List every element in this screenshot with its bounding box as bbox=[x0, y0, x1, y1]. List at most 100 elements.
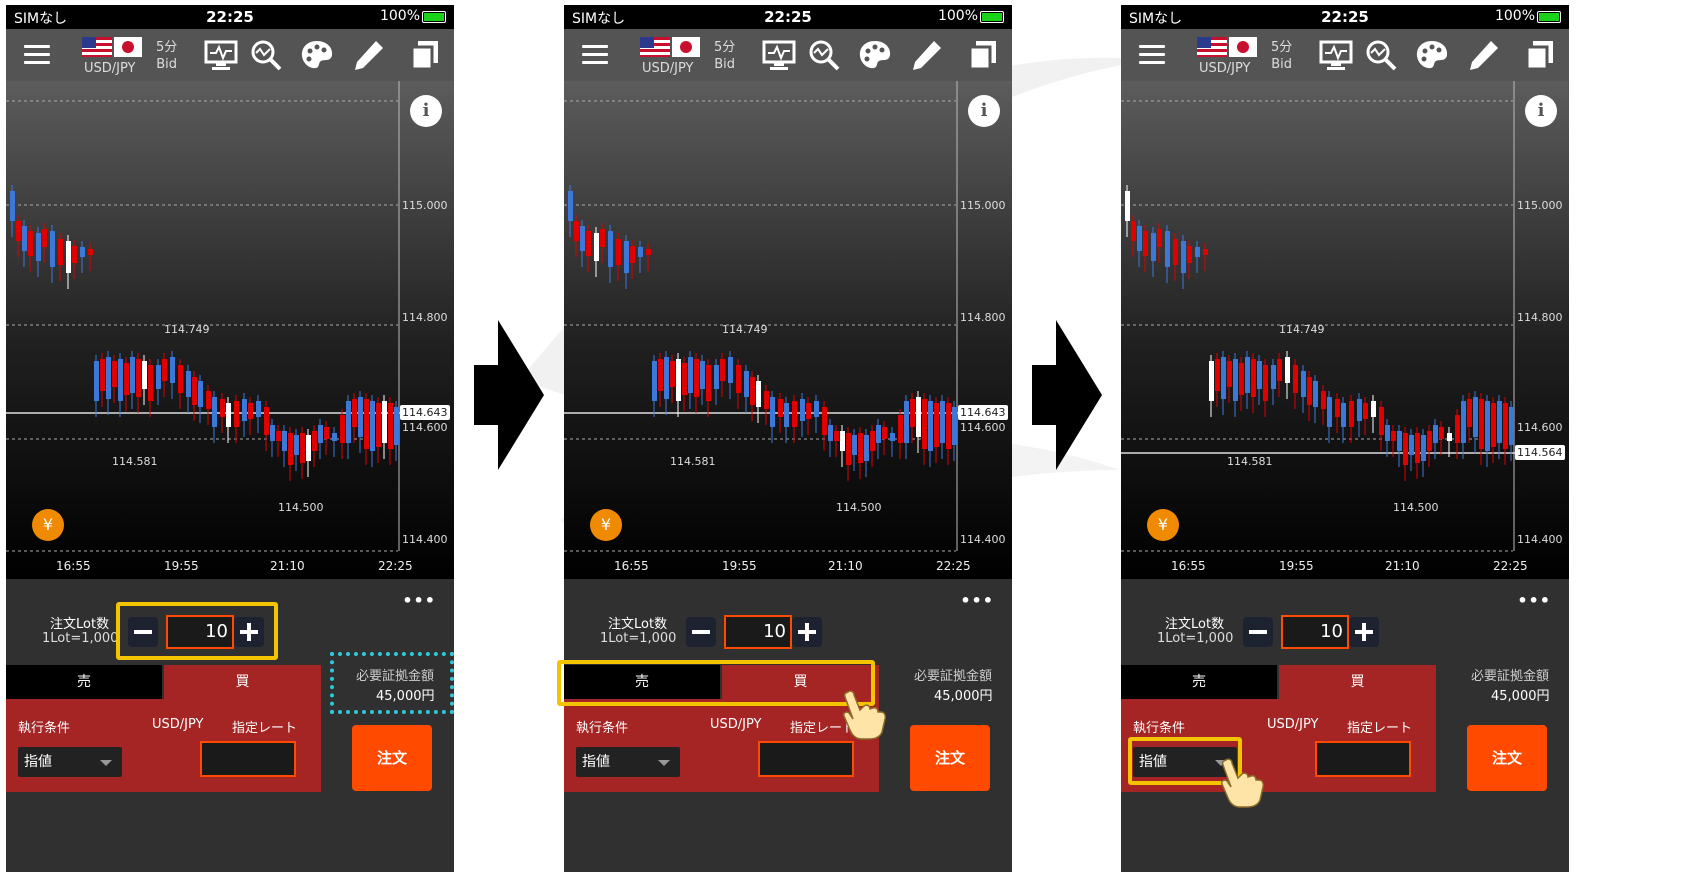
candlestick-chart[interactable]: 115.000 114.800 114.600 114.400 114.643 … bbox=[564, 81, 1012, 579]
pencil-icon[interactable] bbox=[910, 39, 944, 71]
us-flag-icon bbox=[82, 37, 112, 57]
x-tick-2225: 22:25 bbox=[378, 559, 413, 573]
more-options-icon[interactable]: ••• bbox=[960, 591, 994, 610]
x-tick-1955: 19:55 bbox=[1279, 559, 1314, 573]
candles-layer bbox=[564, 81, 958, 552]
monitor-chart-icon[interactable] bbox=[204, 39, 238, 71]
pair-label[interactable]: USD/JPY bbox=[84, 61, 136, 76]
tab-buy[interactable]: 買 bbox=[1279, 665, 1436, 699]
margin-value: 45,000円 bbox=[1491, 689, 1550, 704]
mid-annotation: 114.581 bbox=[670, 455, 716, 468]
technical-search-icon[interactable] bbox=[250, 39, 284, 71]
x-tick-1955: 19:55 bbox=[164, 559, 199, 573]
info-icon[interactable]: i bbox=[1525, 95, 1557, 127]
palette-icon[interactable] bbox=[300, 39, 334, 71]
battery-icon bbox=[422, 11, 446, 23]
currency-flags-icon[interactable] bbox=[1197, 37, 1257, 57]
battery-percent: 100% bbox=[1494, 8, 1535, 24]
timeframe-selector[interactable]: 5分 Bid bbox=[156, 39, 177, 73]
x-tick-2110: 21:10 bbox=[1385, 559, 1420, 573]
condition-label: 執行条件 bbox=[576, 721, 629, 736]
copy-icon[interactable] bbox=[966, 39, 1000, 71]
rate-label: 指定レート bbox=[1347, 721, 1413, 736]
pair-label[interactable]: USD/JPY bbox=[1199, 61, 1251, 76]
order-button[interactable]: 注文 bbox=[352, 725, 432, 791]
copy-icon[interactable] bbox=[1523, 39, 1557, 71]
status-bar: SIMなし 22:25 100% bbox=[1121, 5, 1569, 29]
monitor-chart-icon[interactable] bbox=[1319, 39, 1353, 71]
order-button[interactable]: 注文 bbox=[1467, 725, 1547, 791]
candlestick-chart[interactable]: 115.000 114.800 114.600 114.400 114.643 … bbox=[6, 81, 454, 579]
order-pair-label: USD/JPY bbox=[1267, 717, 1319, 732]
lot-increment-button[interactable] bbox=[1349, 617, 1379, 647]
yen-icon[interactable]: ¥ bbox=[590, 509, 622, 541]
low-annotation: 114.500 bbox=[278, 501, 324, 514]
yen-icon[interactable]: ¥ bbox=[32, 509, 64, 541]
more-options-icon[interactable]: ••• bbox=[402, 591, 436, 610]
lot-decrement-button[interactable] bbox=[686, 617, 716, 647]
order-panel: ••• 注文Lot数 1Lot=1,000 10 売 買 執行条件 USD/JP… bbox=[1121, 579, 1569, 872]
currency-flags-icon[interactable] bbox=[640, 37, 700, 57]
technical-search-icon[interactable] bbox=[1365, 39, 1399, 71]
x-tick-2110: 21:10 bbox=[270, 559, 305, 573]
y-tick-114400: 114.400 bbox=[960, 533, 1006, 546]
lot-increment-button[interactable] bbox=[792, 617, 822, 647]
current-price-label: 114.643 bbox=[958, 405, 1008, 420]
high-annotation: 114.749 bbox=[164, 323, 210, 336]
lot-unit-label: 1Lot=1,000 bbox=[600, 631, 677, 646]
palette-icon[interactable] bbox=[858, 39, 892, 71]
toolbar: USD/JPY 5分 Bid bbox=[1121, 29, 1569, 81]
info-icon[interactable]: i bbox=[410, 95, 442, 127]
high-annotation: 114.749 bbox=[1279, 323, 1325, 336]
tab-sell[interactable]: 売 bbox=[1121, 665, 1277, 699]
order-button[interactable]: 注文 bbox=[910, 725, 990, 791]
tab-buy[interactable]: 買 bbox=[164, 665, 321, 699]
x-tick-2225: 22:25 bbox=[1493, 559, 1528, 573]
tab-sell[interactable]: 売 bbox=[6, 665, 162, 699]
monitor-chart-icon[interactable] bbox=[762, 39, 796, 71]
candlestick-chart[interactable]: 115.000 114.800 114.600 114.400 114.564 … bbox=[1121, 81, 1569, 579]
timeframe-selector[interactable]: 5分 Bid bbox=[714, 39, 735, 73]
technical-search-icon[interactable] bbox=[808, 39, 842, 71]
condition-select[interactable]: 指値 bbox=[18, 747, 122, 777]
low-annotation: 114.500 bbox=[1393, 501, 1439, 514]
timeframe-label: 5分 bbox=[1271, 40, 1293, 55]
timeframe-selector[interactable]: 5分 Bid bbox=[1271, 39, 1292, 73]
chevron-down-icon bbox=[100, 760, 112, 766]
pencil-icon[interactable] bbox=[1467, 39, 1501, 71]
palette-icon[interactable] bbox=[1415, 39, 1449, 71]
margin-label: 必要証拠金額 bbox=[914, 669, 993, 684]
pencil-icon[interactable] bbox=[352, 39, 386, 71]
lot-stepper-highlight bbox=[116, 602, 278, 660]
rate-input[interactable] bbox=[200, 741, 296, 777]
menu-icon[interactable] bbox=[582, 45, 608, 64]
lot-input[interactable]: 10 bbox=[1281, 615, 1349, 649]
phone-screen-1: SIMなし 22:25 100% USD/JPY 5分 Bid 115.000 … bbox=[6, 5, 454, 872]
pair-label[interactable]: USD/JPY bbox=[642, 61, 694, 76]
currency-flags-icon[interactable] bbox=[82, 37, 142, 57]
condition-select[interactable]: 指値 bbox=[576, 747, 680, 777]
y-tick-114600: 114.600 bbox=[402, 421, 448, 434]
us-flag-icon bbox=[640, 37, 670, 57]
more-options-icon[interactable]: ••• bbox=[1517, 591, 1551, 610]
high-annotation: 114.749 bbox=[722, 323, 768, 336]
y-tick-114400: 114.400 bbox=[402, 533, 448, 546]
condition-value: 指値 bbox=[24, 754, 52, 770]
yen-icon[interactable]: ¥ bbox=[1147, 509, 1179, 541]
timeframe-label: 5分 bbox=[156, 40, 178, 55]
info-icon[interactable]: i bbox=[968, 95, 1000, 127]
us-flag-icon bbox=[1197, 37, 1227, 57]
lot-decrement-button[interactable] bbox=[1243, 617, 1273, 647]
menu-icon[interactable] bbox=[24, 45, 50, 64]
order-pair-label: USD/JPY bbox=[710, 717, 762, 732]
rate-input[interactable] bbox=[758, 741, 854, 777]
menu-icon[interactable] bbox=[1139, 45, 1165, 64]
copy-icon[interactable] bbox=[408, 39, 442, 71]
lot-input[interactable]: 10 bbox=[724, 615, 792, 649]
y-tick-114400: 114.400 bbox=[1517, 533, 1563, 546]
battery-icon bbox=[1537, 11, 1561, 23]
mid-annotation: 114.581 bbox=[112, 455, 158, 468]
step-arrow-icon bbox=[1032, 320, 1102, 470]
lot-label: 注文Lot数 bbox=[50, 617, 110, 632]
rate-input[interactable] bbox=[1315, 741, 1411, 777]
